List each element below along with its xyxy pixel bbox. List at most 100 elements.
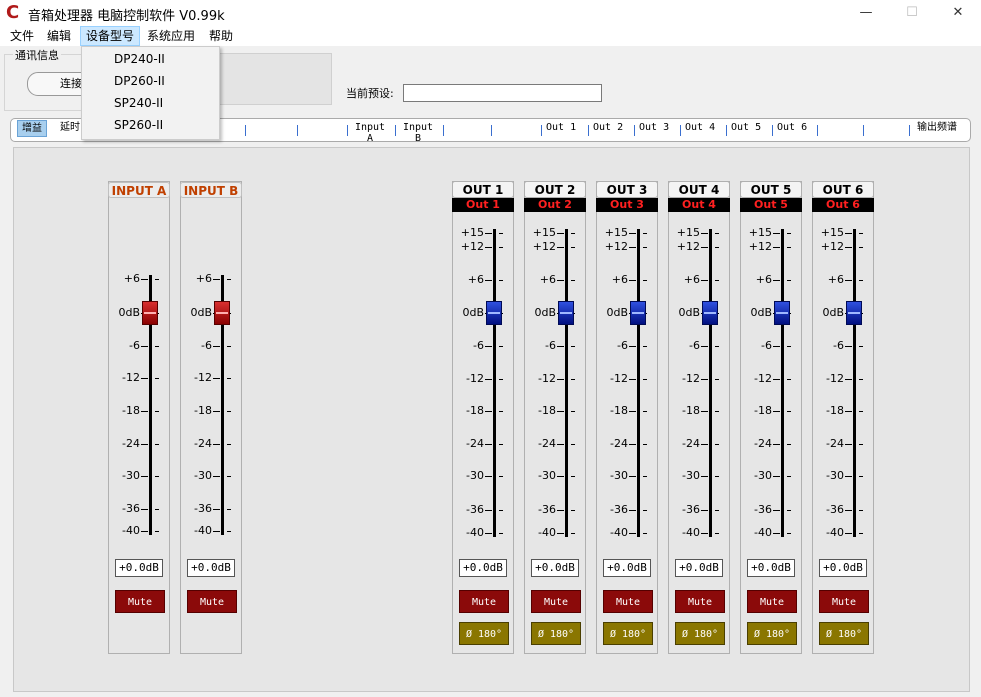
fader-scale-label: 0dB (462, 306, 484, 319)
fader-knob[interactable] (774, 301, 790, 325)
fader-tick (773, 533, 780, 534)
fader-scale-label: -24 (682, 437, 700, 450)
fader-tick (485, 233, 492, 234)
out-4-phase-button[interactable]: Ø 180° (675, 622, 725, 645)
input-b-gain-field[interactable]: +0.0dB (187, 559, 235, 577)
fader-tick (859, 379, 863, 380)
tab-separator (634, 125, 635, 136)
fader-tick (499, 444, 503, 445)
out-1-mute-button[interactable]: Mute (459, 590, 509, 613)
minimize-icon[interactable]: — (843, 0, 889, 26)
app-logo: C (6, 2, 20, 23)
close-icon[interactable]: ✕ (935, 0, 981, 26)
fader-knob[interactable] (142, 301, 158, 325)
tab-out-2[interactable]: Out 2 (593, 122, 623, 133)
menu-system[interactable]: 系统应用 (142, 27, 200, 45)
fader-tick (629, 233, 636, 234)
device-option-dp240[interactable]: DP240-II (114, 52, 165, 66)
fader-tick (499, 533, 503, 534)
fader-tick (701, 247, 708, 248)
fader-tick (859, 510, 863, 511)
tab-input-a[interactable]: Input A (353, 122, 387, 144)
out-3-phase-button[interactable]: Ø 180° (603, 622, 653, 645)
fader-knob[interactable] (486, 301, 502, 325)
fader-knob[interactable] (214, 301, 230, 325)
fader-tick (227, 346, 231, 347)
input-b-mute-button[interactable]: Mute (187, 590, 237, 613)
fader-scale-label: -6 (689, 339, 700, 352)
fader-scale-label: +6 (683, 273, 700, 286)
fader-tick (845, 247, 852, 248)
fader-tick (859, 346, 863, 347)
out-5-gain-field[interactable]: +0.0dB (747, 559, 795, 577)
tab-out-3[interactable]: Out 3 (639, 122, 669, 133)
fader-scale-label: +15 (460, 226, 484, 239)
fader-scale-label: -24 (826, 437, 844, 450)
fader-tick (629, 510, 636, 511)
fader-tick (155, 378, 159, 379)
out-5-mute-button[interactable]: Mute (747, 590, 797, 613)
fader-knob[interactable] (702, 301, 718, 325)
tab-separator (395, 125, 396, 136)
fader-tick (643, 280, 647, 281)
fader-knob[interactable] (630, 301, 646, 325)
menu-edit[interactable]: 编辑 (42, 27, 76, 45)
tab-gain[interactable]: 增益 (17, 120, 47, 137)
tab-input-b[interactable]: Input B (401, 122, 435, 144)
out-3-gain-field[interactable]: +0.0dB (603, 559, 651, 577)
fader-tick (499, 379, 503, 380)
fader-scale-label: -18 (682, 404, 700, 417)
out-3-mute-button[interactable]: Mute (603, 590, 653, 613)
fader-scale-label: -30 (754, 469, 772, 482)
fader-tick (845, 280, 852, 281)
input-a-mute-button[interactable]: Mute (115, 590, 165, 613)
fader-knob[interactable] (558, 301, 574, 325)
fader-knob[interactable] (846, 301, 862, 325)
fader-scale-label: -30 (538, 469, 556, 482)
fader-tick (213, 346, 220, 347)
menu-help[interactable]: 帮助 (204, 27, 238, 45)
tab-separator (772, 125, 773, 136)
fader-tick (787, 444, 791, 445)
tab-out-6[interactable]: Out 6 (777, 122, 807, 133)
fader-track (853, 229, 856, 537)
fader-scale-label: -36 (826, 503, 844, 516)
tab-out-1[interactable]: Out 1 (546, 122, 576, 133)
device-option-sp260[interactable]: SP260-II (114, 118, 163, 132)
fader-tick (715, 379, 719, 380)
tab-separator (347, 125, 348, 136)
input-a-gain-field[interactable]: +0.0dB (115, 559, 163, 577)
fader-tick (485, 444, 492, 445)
tab-output-spectrum[interactable]: 输出频谱 (917, 122, 957, 133)
out-2-mute-button[interactable]: Mute (531, 590, 581, 613)
out-1-gain-field[interactable]: +0.0dB (459, 559, 507, 577)
tab-out-4[interactable]: Out 4 (685, 122, 715, 133)
maximize-icon[interactable]: ☐ (889, 0, 935, 26)
device-option-sp240[interactable]: SP240-II (114, 96, 163, 110)
out-2-gain-field[interactable]: +0.0dB (531, 559, 579, 577)
out-6-mute-button[interactable]: Mute (819, 590, 869, 613)
out-2-phase-button[interactable]: Ø 180° (531, 622, 581, 645)
fader-tick (859, 444, 863, 445)
device-option-dp260[interactable]: DP260-II (114, 74, 165, 88)
out-5-phase-button[interactable]: Ø 180° (747, 622, 797, 645)
fader-tick (643, 411, 647, 412)
menu-file[interactable]: 文件 (5, 27, 39, 45)
out-1-phase-button[interactable]: Ø 180° (459, 622, 509, 645)
tab-delay[interactable]: 延时 (60, 122, 80, 133)
out-6-gain-field[interactable]: +0.0dB (819, 559, 867, 577)
fader-scale-label: -36 (122, 502, 140, 515)
out-4-mute-button[interactable]: Mute (675, 590, 725, 613)
fader-scale-label: -18 (610, 404, 628, 417)
fader-tick (787, 346, 791, 347)
out-6-phase-button[interactable]: Ø 180° (819, 622, 869, 645)
fader-tick (859, 247, 863, 248)
preset-field[interactable] (403, 84, 602, 102)
fader-scale-label: -12 (538, 372, 556, 385)
comm-info-legend: 通讯信息 (13, 47, 61, 63)
tab-out-5[interactable]: Out 5 (731, 122, 761, 133)
out-4-gain-field[interactable]: +0.0dB (675, 559, 723, 577)
fader-tick (629, 533, 636, 534)
menu-device-model[interactable]: 设备型号 (80, 26, 141, 46)
tab-separator (491, 125, 492, 136)
